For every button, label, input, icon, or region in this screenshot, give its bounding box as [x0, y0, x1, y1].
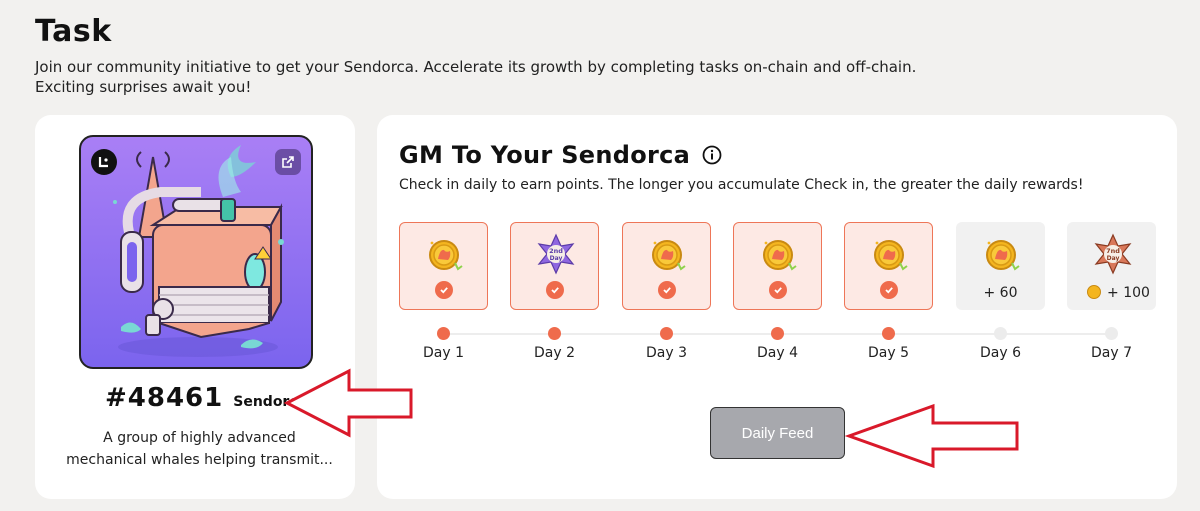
second-day-badge-icon: 2ndDay	[537, 233, 575, 275]
day-label: Day 1	[422, 345, 464, 361]
day-points: + 100	[1068, 285, 1155, 301]
day-tile[interactable]: 2nd Day	[510, 222, 599, 310]
day-tile[interactable]: + 60	[956, 222, 1045, 310]
seventh-day-badge-icon: 7ndDay	[1094, 233, 1132, 275]
day-points-value: + 100	[1107, 285, 1150, 301]
nft-description-line: mechanical whales helping transmit...	[66, 452, 333, 468]
timeline-dot	[660, 327, 673, 340]
checkin-description: Check in daily to earn points. The longe…	[399, 177, 1084, 193]
timeline-dot	[882, 327, 895, 340]
timeline-dot	[1105, 327, 1118, 340]
timeline-dot	[548, 327, 561, 340]
external-link-icon[interactable]	[275, 149, 301, 175]
info-icon[interactable]	[702, 145, 722, 165]
day-tile[interactable]	[733, 222, 822, 310]
day-label: Day 3	[645, 345, 687, 361]
coin-icon	[763, 240, 797, 271]
badge-text-line: Day	[550, 255, 563, 262]
day-tile[interactable]	[622, 222, 711, 310]
timeline-dot	[771, 327, 784, 340]
page-description: Join our community initiative to get you…	[35, 57, 935, 97]
page-title: Task	[35, 14, 112, 49]
coin-icon	[874, 240, 908, 271]
day-label: Day 7	[1090, 345, 1132, 361]
nft-number: #48461	[105, 383, 224, 413]
coin-icon	[1087, 285, 1102, 299]
checkin-title: GM To Your Sendorca	[399, 141, 691, 169]
badge-text-line: 7nd	[1106, 247, 1120, 255]
checkmark-icon	[435, 281, 453, 299]
day-tile[interactable]	[844, 222, 933, 310]
page-description-line: Join our community initiative to get you…	[35, 58, 917, 76]
timeline-dot	[994, 327, 1007, 340]
day-points: + 60	[957, 285, 1044, 301]
page-description-line: Exciting surprises await you!	[35, 78, 252, 96]
day-label: Day 4	[756, 345, 798, 361]
annotation-arrow-button	[845, 403, 1019, 469]
collection-logo-icon	[91, 149, 117, 175]
daily-feed-button[interactable]: Daily Feed	[710, 407, 845, 459]
timeline-dot	[437, 327, 450, 340]
day-tile[interactable]	[399, 222, 488, 310]
day-label: Day 2	[533, 345, 575, 361]
annotation-arrow-nft	[283, 368, 413, 438]
day-label: Day 6	[979, 345, 1021, 361]
coin-icon	[652, 240, 686, 271]
checkin-card: GM To Your Sendorca Check in daily to ea…	[377, 115, 1177, 499]
checkmark-icon	[546, 281, 564, 299]
nft-card: #48461 Sendorca A group of highly advanc…	[35, 115, 355, 499]
checkmark-icon	[658, 281, 676, 299]
badge-text-line: Day	[1107, 255, 1120, 262]
checkmark-icon	[769, 281, 787, 299]
coin-icon	[429, 240, 463, 271]
day-label: Day 5	[867, 345, 909, 361]
day-points-value: + 60	[983, 285, 1018, 301]
checkin-title-row: GM To Your Sendorca	[399, 141, 722, 169]
checkmark-icon	[880, 281, 898, 299]
nft-image[interactable]	[79, 135, 313, 369]
day-tile[interactable]: 7nd Day + 100	[1067, 222, 1156, 310]
coin-icon	[986, 240, 1020, 271]
badge-text-line: 2nd	[549, 247, 563, 255]
